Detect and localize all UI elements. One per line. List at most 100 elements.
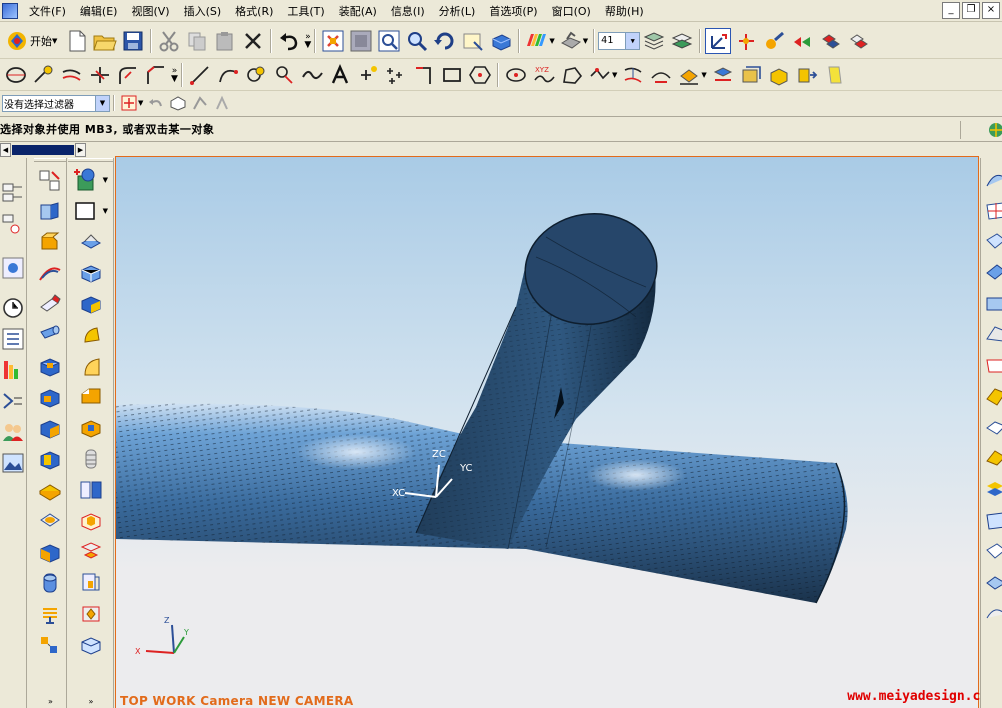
sew-button[interactable]	[78, 570, 104, 596]
sketch-button[interactable]	[37, 167, 63, 193]
move-to-layer-button[interactable]	[669, 28, 695, 54]
polygon-tool-button[interactable]	[467, 62, 493, 88]
rotate-button[interactable]	[432, 28, 458, 54]
datum-plane-button[interactable]: ▼	[72, 198, 108, 224]
magnify-button[interactable]	[404, 28, 430, 54]
wcs-orient-button[interactable]	[789, 28, 815, 54]
point-set-button[interactable]	[383, 62, 409, 88]
divide-curve-button[interactable]	[87, 62, 113, 88]
undo-selection-button[interactable]	[146, 93, 166, 113]
work-layer-select[interactable]: 41 ▼	[598, 31, 641, 50]
edge-blend-button[interactable]	[78, 291, 104, 317]
highlight-button[interactable]	[822, 62, 848, 88]
menu-help[interactable]: 帮助(H)	[598, 1, 651, 21]
palette-grip[interactable]	[34, 158, 66, 162]
snap-point-button[interactable]	[119, 93, 139, 113]
ellipse-tool-button[interactable]	[3, 62, 29, 88]
point-create-button[interactable]	[355, 62, 381, 88]
extract-curve-button[interactable]	[676, 62, 702, 88]
swept-surface-button[interactable]	[983, 228, 1002, 254]
pad-button[interactable]	[37, 477, 63, 503]
tube-button[interactable]	[37, 291, 63, 317]
transition-button[interactable]	[983, 352, 1002, 378]
scale-body-button[interactable]	[78, 539, 104, 565]
ellipse-create-button[interactable]	[503, 62, 529, 88]
global-shaping-button[interactable]	[983, 569, 1002, 595]
arc-tool-button[interactable]	[215, 62, 241, 88]
scroll-left-icon[interactable]: ◀	[0, 142, 11, 157]
corner-curve-button[interactable]	[411, 62, 437, 88]
trim-body-button[interactable]	[78, 229, 104, 255]
shaded-view-button[interactable]	[488, 28, 514, 54]
through-mesh-button[interactable]	[983, 197, 1002, 223]
wcs-origin-button[interactable]	[733, 28, 759, 54]
history-tab[interactable]	[0, 255, 26, 281]
soft-blend-button[interactable]	[78, 353, 104, 379]
start-button[interactable]: 开始 ▼	[2, 28, 63, 54]
thread-button[interactable]	[37, 601, 63, 627]
select-body-button[interactable]	[168, 93, 188, 113]
fit-view-button[interactable]	[320, 28, 346, 54]
chamfer-button[interactable]	[78, 384, 104, 410]
menu-format[interactable]: 格式(R)	[228, 1, 280, 21]
delete-button[interactable]	[240, 28, 266, 54]
line-tool-button[interactable]	[187, 62, 213, 88]
new-file-button[interactable]	[64, 28, 90, 54]
menu-assembly[interactable]: 装配(A)	[332, 1, 384, 21]
copy-button[interactable]	[184, 28, 210, 54]
zoom-window-button[interactable]	[348, 28, 374, 54]
n-sided-button[interactable]	[983, 321, 1002, 347]
block-button[interactable]	[37, 353, 63, 379]
assembly-navigator-tab[interactable]	[0, 180, 26, 206]
offset-curve-button[interactable]	[31, 62, 57, 88]
sweep-button[interactable]	[37, 260, 63, 286]
rectangle-tool-button[interactable]	[439, 62, 465, 88]
system-materials-tab[interactable]	[0, 388, 26, 414]
undo-button[interactable]	[276, 28, 302, 54]
menu-edit[interactable]: 编辑(E)	[73, 1, 125, 21]
section-curve-button[interactable]	[710, 62, 736, 88]
face-blend-button[interactable]	[78, 322, 104, 348]
extract-body-button[interactable]	[78, 632, 104, 658]
menu-tools[interactable]: 工具(T)	[280, 1, 331, 21]
display-color-button[interactable]	[524, 28, 550, 54]
menu-view[interactable]: 视图(V)	[124, 1, 176, 21]
scroll-thumb[interactable]	[12, 144, 74, 155]
minimize-button[interactable]: _	[942, 2, 960, 19]
extrude-button[interactable]	[37, 198, 63, 224]
menu-file[interactable]: 文件(F)	[22, 1, 73, 21]
scroll-right-icon[interactable]: ▶	[75, 142, 86, 157]
cone-button[interactable]	[37, 384, 63, 410]
web-browser-tab[interactable]	[0, 450, 26, 476]
part-navigator-tab[interactable]	[0, 211, 26, 237]
type-filter-select[interactable]: 没有选择过滤器 ▼	[2, 94, 110, 112]
palette-grip[interactable]	[68, 158, 113, 162]
boss-button[interactable]	[37, 446, 63, 472]
trimmed-sheet-button[interactable]	[983, 507, 1002, 533]
sheet-from-points-button[interactable]	[983, 538, 1002, 564]
join-curve-button[interactable]	[620, 62, 646, 88]
palette-overflow-icon[interactable]: »	[68, 697, 113, 706]
quilt-button[interactable]	[983, 476, 1002, 502]
bounded-plane-button[interactable]	[983, 290, 1002, 316]
zoom-button[interactable]	[376, 28, 402, 54]
trim-curve-button[interactable]	[59, 62, 85, 88]
open-file-button[interactable]	[92, 28, 118, 54]
palette-overflow-icon[interactable]: »	[34, 697, 66, 706]
extension-button[interactable]	[983, 414, 1002, 440]
cylinder-button[interactable]	[37, 322, 63, 348]
wcs-rotate-button[interactable]	[761, 28, 787, 54]
wcs-dynamic-button[interactable]	[705, 27, 732, 54]
orient-view-button[interactable]	[460, 28, 486, 54]
toolbar-overflow-icon[interactable]: » ▼	[303, 32, 311, 49]
x-form-button[interactable]	[983, 600, 1002, 626]
bridge-curve-button[interactable]	[587, 62, 613, 88]
project-curve-button[interactable]	[648, 62, 674, 88]
ruled-surface-button[interactable]	[983, 259, 1002, 285]
menu-analysis[interactable]: 分析(L)	[432, 1, 483, 21]
menu-insert[interactable]: 插入(S)	[177, 1, 229, 21]
chamfer-curve-button[interactable]	[143, 62, 169, 88]
layer-settings-button[interactable]	[641, 28, 667, 54]
paste-button[interactable]	[212, 28, 238, 54]
wrap-curve-button[interactable]	[738, 62, 764, 88]
